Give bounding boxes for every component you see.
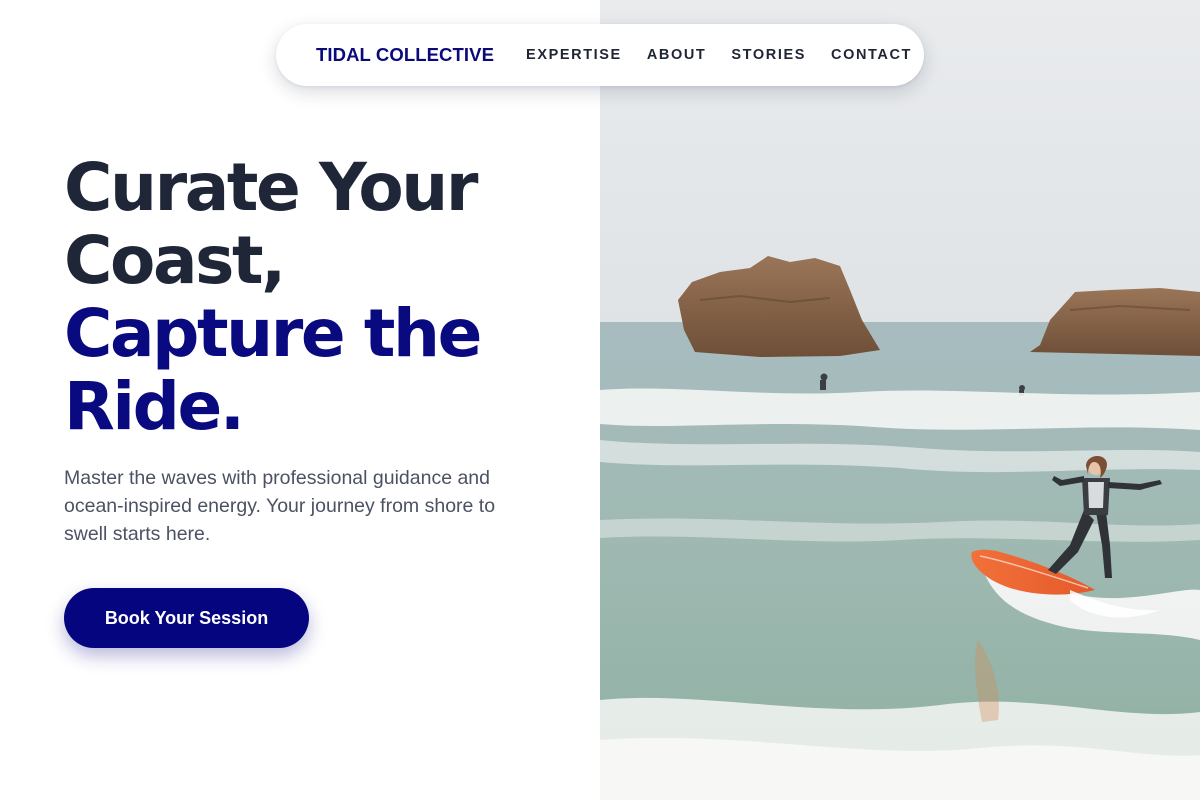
headline-line-3: Capture the — [64, 295, 482, 372]
brand-logo-link[interactable]: TIDAL COLLECTIVE — [316, 44, 494, 66]
surfer-photo-illustration — [600, 0, 1200, 800]
headline-line-1: Curate Your — [64, 149, 478, 226]
nav-link-expertise[interactable]: EXPERTISE — [526, 47, 622, 63]
headline-line-2: Coast, — [64, 222, 286, 299]
nav-link-about[interactable]: ABOUT — [647, 47, 707, 63]
hero-headline: Curate Your Coast, Capture the Ride. — [64, 151, 564, 443]
nav-link-stories[interactable]: STORIES — [731, 47, 806, 63]
nav-link-contact[interactable]: CONTACT — [831, 47, 912, 63]
hero-subtext: Master the waves with professional guida… — [64, 467, 496, 545]
book-session-button[interactable]: Book Your Session — [64, 588, 309, 648]
nav-links: EXPERTISE ABOUT STORIES CONTACT — [526, 47, 912, 63]
headline-line-4: Ride. — [64, 368, 245, 445]
hero-photo — [600, 0, 1200, 800]
top-navigation: TIDAL COLLECTIVE EXPERTISE ABOUT STORIES… — [276, 24, 924, 86]
